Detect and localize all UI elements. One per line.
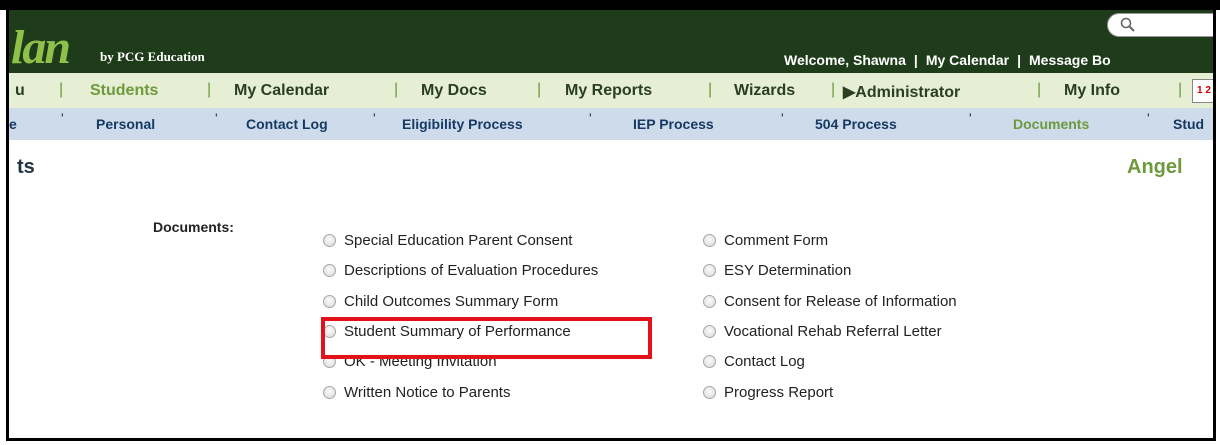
doc-option[interactable]: Comment Form	[703, 232, 828, 249]
radio-button[interactable]	[323, 264, 336, 277]
doc-option[interactable]: Child Outcomes Summary Form	[323, 293, 558, 310]
tab-separator: '	[969, 110, 972, 126]
tab-iep-process[interactable]: IEP Process	[633, 116, 714, 132]
separator: |	[1017, 52, 1021, 68]
doc-option[interactable]: Written Notice to Parents	[323, 384, 510, 401]
separator: |	[913, 52, 918, 68]
nav-separator: |	[1178, 81, 1183, 98]
doc-option-label: Consent for Release of Information	[724, 293, 957, 310]
radio-button[interactable]	[703, 295, 716, 308]
nav-separator: |	[537, 81, 542, 98]
doc-option-label: Special Education Parent Consent	[344, 232, 573, 249]
tab-separator: '	[61, 110, 64, 126]
radio-button[interactable]	[703, 325, 716, 338]
nav-item-administrator[interactable]: ▶Administrator	[843, 82, 960, 102]
radio-button[interactable]	[703, 264, 716, 277]
radio-button[interactable]	[703, 355, 716, 368]
nav-item-my-info[interactable]: My Info	[1064, 82, 1120, 100]
logo: lan	[11, 21, 71, 74]
doc-option[interactable]: Contact Log	[703, 353, 805, 370]
doc-option-label: Descriptions of Evaluation Procedures	[344, 262, 599, 279]
doc-option-label: Vocational Rehab Referral Letter	[724, 323, 942, 340]
radio-button[interactable]	[703, 234, 716, 247]
tab-contact-log[interactable]: Contact Log	[246, 116, 328, 132]
nav-item-menu[interactable]: u	[15, 82, 25, 100]
app-header: lan by PCG Education Welcome, Shawna | My …	[9, 10, 1213, 74]
sub-nav: e ' Personal ' Contact Log ' Eligibility…	[9, 108, 1213, 140]
tab-separator: '	[589, 110, 592, 126]
highlight-box	[321, 317, 652, 359]
documents-label: Documents:	[153, 219, 234, 235]
doc-option-label: Written Notice to Parents	[344, 384, 511, 401]
app-window: lan by PCG Education Welcome, Shawna | My …	[6, 10, 1216, 441]
nav-item-students[interactable]: Students	[90, 82, 158, 100]
tab-separator: '	[781, 110, 784, 126]
tab-separator: '	[1147, 110, 1150, 126]
top-border	[0, 0, 1220, 10]
tab-separator: '	[215, 110, 218, 126]
main-nav: u | Students | My Calendar | My Docs | M…	[9, 73, 1213, 109]
doc-option[interactable]: Special Education Parent Consent	[323, 232, 572, 249]
nav-item-my-calendar[interactable]: My Calendar	[234, 82, 329, 100]
nav-separator: |	[708, 81, 713, 98]
nav-item-my-reports[interactable]: My Reports	[565, 82, 652, 100]
search-icon	[1120, 17, 1135, 32]
welcome-bar: Welcome, Shawna | My Calendar | Message Bo	[784, 52, 1111, 68]
logo-tagline: by PCG Education	[100, 49, 205, 64]
tab-personal[interactable]: Personal	[96, 116, 155, 132]
nav-separator: |	[59, 81, 64, 98]
tab-separator: '	[373, 110, 376, 126]
search-input[interactable]	[1107, 13, 1213, 37]
doc-option-label: Contact Log	[724, 353, 805, 370]
doc-option[interactable]: ESY Determination	[703, 262, 851, 279]
nav-item-wizards[interactable]: Wizards	[734, 82, 795, 100]
radio-button[interactable]	[323, 295, 336, 308]
nav-separator: |	[394, 81, 399, 98]
radio-button[interactable]	[323, 386, 336, 399]
tab-documents[interactable]: Documents	[1013, 116, 1089, 132]
page-title: ts	[17, 156, 35, 178]
nav-separator: |	[831, 81, 836, 98]
nav-item-my-docs[interactable]: My Docs	[421, 82, 487, 100]
welcome-text: Welcome, Shawna	[784, 52, 906, 68]
tab-student[interactable]: Stud	[1173, 116, 1204, 132]
doc-option[interactable]: Consent for Release of Information	[703, 293, 957, 310]
doc-option-label: Child Outcomes Summary Form	[344, 293, 559, 310]
tab-504-process[interactable]: 504 Process	[815, 116, 897, 132]
student-name: Angel	[1127, 156, 1183, 178]
nav-separator: |	[207, 81, 212, 98]
doc-option[interactable]: Progress Report	[703, 384, 833, 401]
message-board-link[interactable]: Message Bo	[1029, 52, 1111, 68]
calendar-icon[interactable]: 1 2	[1192, 79, 1213, 103]
doc-option[interactable]: Descriptions of Evaluation Procedures	[323, 262, 598, 279]
doc-option-label: Progress Report	[724, 384, 834, 401]
doc-option-label: ESY Determination	[724, 262, 852, 279]
radio-button[interactable]	[323, 234, 336, 247]
tab-prev[interactable]: e	[9, 116, 17, 132]
tab-eligibility-process[interactable]: Eligibility Process	[402, 116, 523, 132]
my-calendar-link[interactable]: My Calendar	[926, 52, 1009, 68]
doc-option[interactable]: Vocational Rehab Referral Letter	[703, 323, 942, 340]
radio-button[interactable]	[703, 386, 716, 399]
doc-option-label: Comment Form	[724, 232, 829, 249]
nav-separator: |	[1037, 81, 1042, 98]
